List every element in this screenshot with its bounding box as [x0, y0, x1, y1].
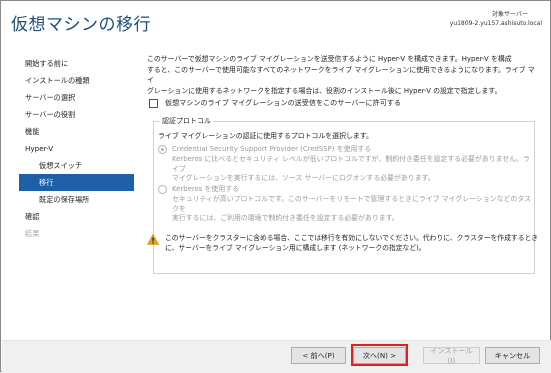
- sidebar-item-confirmation[interactable]: 確認: [19, 208, 134, 225]
- warning-line: に、サーバーをライブ マイグレーション用に構成します (ネットワークの指定など)…: [165, 244, 426, 253]
- sidebar-item-results: 結果: [25, 229, 40, 238]
- sidebar-item-default-stores[interactable]: 既定の保存場所: [19, 191, 134, 208]
- sidebar-item-server-roles[interactable]: サーバーの役割: [19, 106, 134, 123]
- credssp-label: Credential Security Support Provider (Cr…: [172, 145, 372, 153]
- page-title: 仮想マシンの移行: [11, 15, 151, 35]
- credssp-radio: [158, 145, 167, 154]
- intro-line: すると、このサーバーで使用可能なすべてのネットワークをライブ マイグレーションに…: [147, 65, 535, 85]
- sidebar-item-features[interactable]: 機能: [19, 123, 134, 140]
- warning-line: このサーバーをクラスターに含める場合、ここでは移行を有効にしないでください。代わ…: [165, 234, 539, 242]
- sidebar-item-virtual-switches[interactable]: 仮想スイッチ: [19, 157, 134, 174]
- next-button-highlight: [351, 344, 408, 366]
- kerberos-desc-line: 実行するには、ご利用の環境で制約付き委任を設定する必要があります。: [172, 214, 399, 223]
- target-server-host: yu1809-2.yu157.ashisuto.local: [449, 20, 542, 27]
- credssp-desc-line: マイグレーションを実行するには、ソース サーバーにログオンする必要があります。: [172, 174, 435, 183]
- credssp-option: Credential Security Support Provider (Cr…: [158, 144, 534, 184]
- sidebar-item-migration[interactable]: 移行: [19, 174, 134, 191]
- intro-text: このサーバーで仮想マシンのライブ マイグレーションを送受信するように Hyper…: [147, 54, 539, 96]
- previous-button[interactable]: < 前へ(P): [291, 347, 346, 364]
- live-migration-checkbox-row[interactable]: 仮想マシンのライブ マイグレーションの送受信をこのサーバーに許可する: [149, 98, 401, 108]
- kerberos-radio: [158, 185, 167, 194]
- auth-protocol-description: ライブ マイグレーションの認証に使用するプロトコルを選択します。: [158, 132, 373, 140]
- cancel-button[interactable]: キャンセル: [485, 347, 540, 364]
- sidebar-item-before-you-begin[interactable]: 開始する前に: [19, 55, 134, 72]
- auth-protocol-legend: 認証プロトコル: [160, 116, 213, 126]
- credssp-desc-line: Kerberos に比べるとセキュリティ レベルが低いプロトコルですが、制約付き…: [172, 155, 530, 173]
- wizard-window: 仮想マシンの移行 対象サーバー yu1809-2.yu157.ashisuto.…: [0, 0, 551, 373]
- warning-icon: [147, 234, 159, 245]
- main-content: このサーバーで仮想マシンのライブ マイグレーションを送受信するように Hyper…: [147, 54, 539, 274]
- kerberos-option: Kerberos を使用する セキュリティが高いプロトコルです。このサーバーをリ…: [158, 184, 534, 224]
- install-button: インストール(I): [423, 346, 480, 365]
- kerberos-label: Kerberos を使用する: [172, 185, 239, 193]
- live-migration-checkbox-label[interactable]: 仮想マシンのライブ マイグレーションの送受信をこのサーバーに許可する: [165, 98, 401, 108]
- live-migration-checkbox[interactable]: [149, 98, 158, 108]
- intro-line: このサーバーで仮想マシンのライブ マイグレーションを送受信するように Hyper…: [147, 55, 512, 63]
- target-server-label: 対象サーバー: [492, 11, 528, 18]
- cluster-warning: このサーバーをクラスターに含める場合、ここでは移行を有効にしないでください。代わ…: [147, 233, 547, 254]
- sidebar-item-installation-type[interactable]: インストールの種類: [19, 72, 134, 89]
- kerberos-desc-line: セキュリティが高いプロトコルです。このサーバーをリモートで管理するときにライブ …: [172, 195, 532, 213]
- sidebar-item-server-selection[interactable]: サーバーの選択: [19, 89, 134, 106]
- intro-line: グレーションに使用するネットワークを指定する場合は、役割のインストール後に Hy…: [147, 86, 502, 95]
- wizard-steps-sidebar: 開始する前に インストールの種類 サーバーの選択 サーバーの役割 機能 Hype…: [19, 55, 134, 242]
- sidebar-item-hyper-v[interactable]: Hyper-V: [19, 140, 134, 157]
